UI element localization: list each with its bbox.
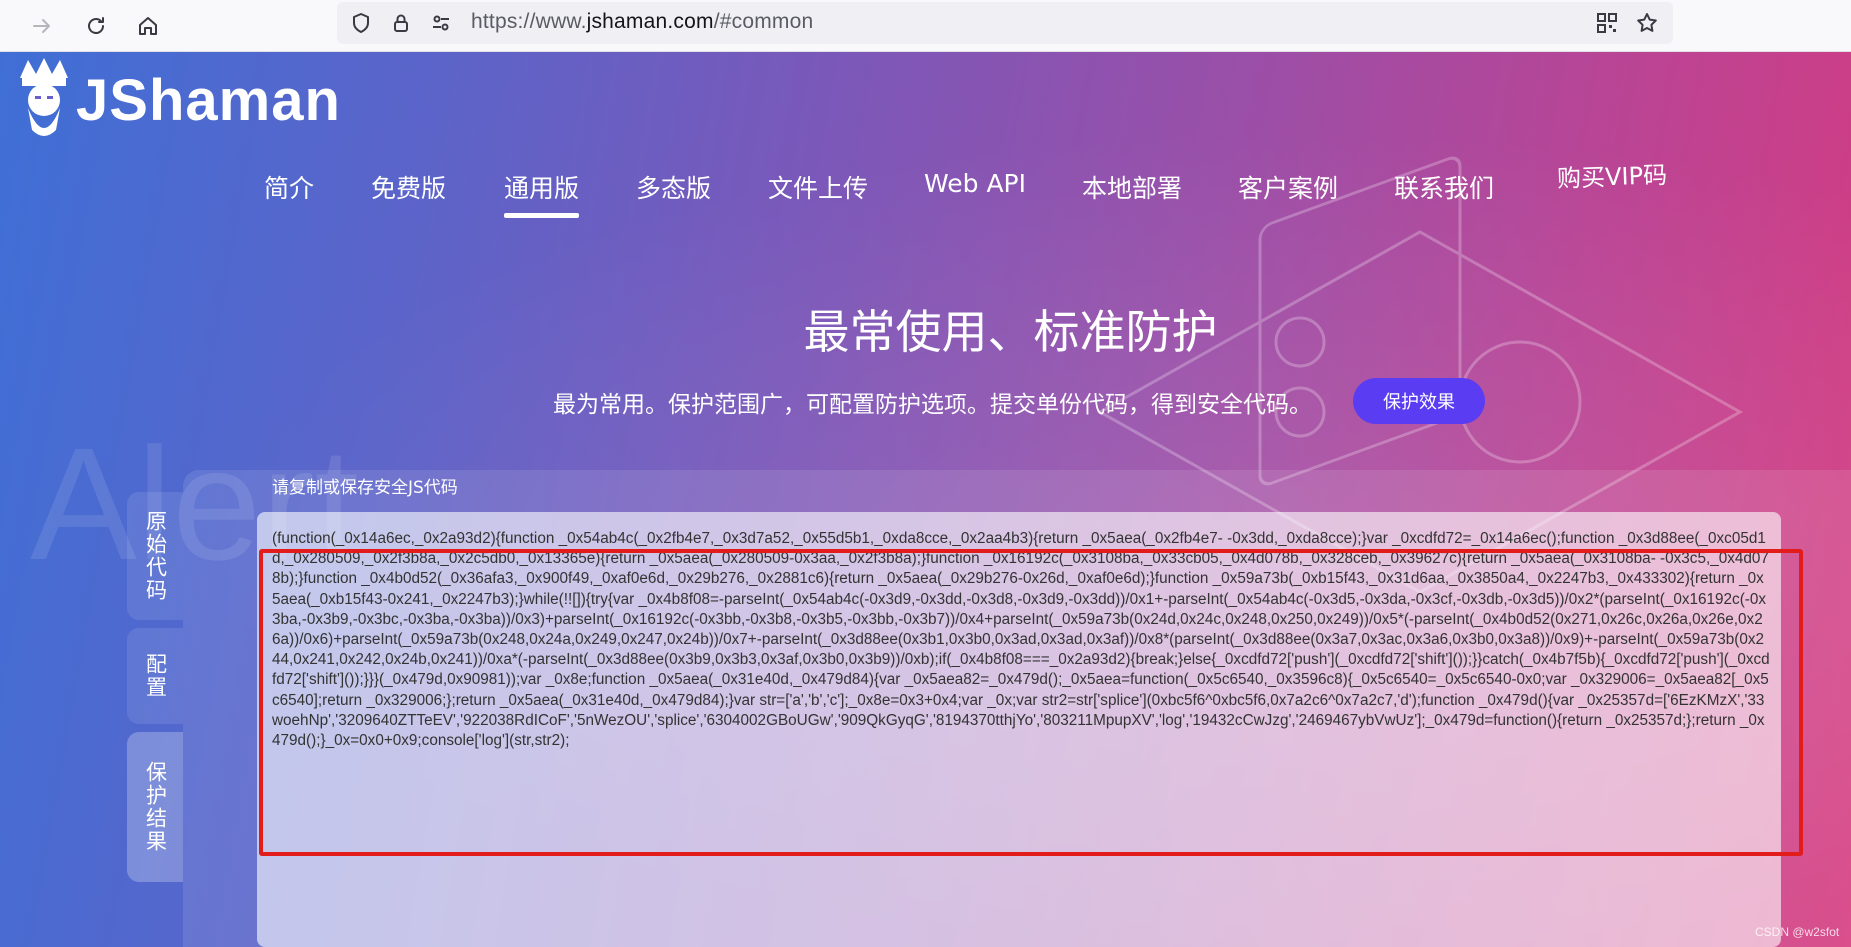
- forward-button[interactable]: [22, 6, 62, 46]
- tab-label: 保护结果: [143, 761, 168, 853]
- permissions-icon[interactable]: [429, 11, 453, 35]
- tab-label: 原始代码: [143, 510, 168, 602]
- shaman-logo-icon: [20, 58, 68, 136]
- qr-code-icon[interactable]: [1595, 11, 1619, 35]
- main-nav: 简介 免费版 通用版 多态版 文件上传 Web API 本地部署 客户案例 联系…: [0, 161, 1851, 229]
- tab-config[interactable]: 配置: [127, 628, 183, 724]
- site-logo[interactable]: JShaman: [16, 56, 341, 144]
- tab-label: 配置: [143, 653, 168, 699]
- bookmark-star-icon[interactable]: [1635, 11, 1659, 35]
- nav-item-contact[interactable]: 联系我们: [1394, 169, 1494, 205]
- csdn-watermark: CSDN @w2sfot: [1755, 925, 1840, 939]
- lock-icon[interactable]: [389, 11, 413, 35]
- side-tabs: 原始代码 配置 保护结果: [127, 492, 183, 882]
- home-icon: [139, 17, 157, 35]
- hero-title: 最常使用、标准防护: [803, 305, 1218, 359]
- nav-item-cases[interactable]: 客户案例: [1238, 169, 1338, 205]
- browser-toolbar: https://www.jshaman.com/#common: [0, 0, 1851, 52]
- shield-icon[interactable]: [349, 11, 373, 35]
- address-bar[interactable]: https://www.jshaman.com/#common: [337, 2, 1673, 44]
- protection-effect-button[interactable]: 保护效果: [1353, 378, 1485, 424]
- logo-text: JShaman: [76, 67, 341, 133]
- arrow-right-icon: [33, 19, 50, 33]
- reload-icon: [88, 17, 104, 34]
- hero-subtitle: 最为常用。保护范围广，可配置防护选项。提交单份代码，得到安全代码。: [553, 392, 1312, 418]
- nav-item-polymorphic[interactable]: 多态版: [636, 169, 711, 205]
- reload-button[interactable]: [76, 6, 116, 46]
- nav-item-free[interactable]: 免费版: [371, 169, 446, 205]
- result-code-text[interactable]: (function(_0x14a6ec,_0x2a93d2){function …: [272, 529, 1770, 751]
- tab-original-code[interactable]: 原始代码: [127, 492, 183, 620]
- nav-item-common[interactable]: 通用版: [504, 169, 580, 218]
- nav-item-file-upload[interactable]: 文件上传: [768, 169, 868, 205]
- tab-protection-result[interactable]: 保护结果: [127, 732, 183, 882]
- nav-item-local-deploy[interactable]: 本地部署: [1082, 169, 1182, 205]
- nav-item-intro[interactable]: 简介: [264, 169, 314, 205]
- nav-item-buy-vip[interactable]: 购买VIP码: [1556, 155, 1668, 194]
- nav-item-web-api[interactable]: Web API: [924, 169, 1026, 198]
- home-button[interactable]: [128, 6, 168, 46]
- url-text[interactable]: https://www.jshaman.com/#common: [471, 10, 813, 34]
- result-label: 请复制或保存安全JS代码: [272, 478, 458, 498]
